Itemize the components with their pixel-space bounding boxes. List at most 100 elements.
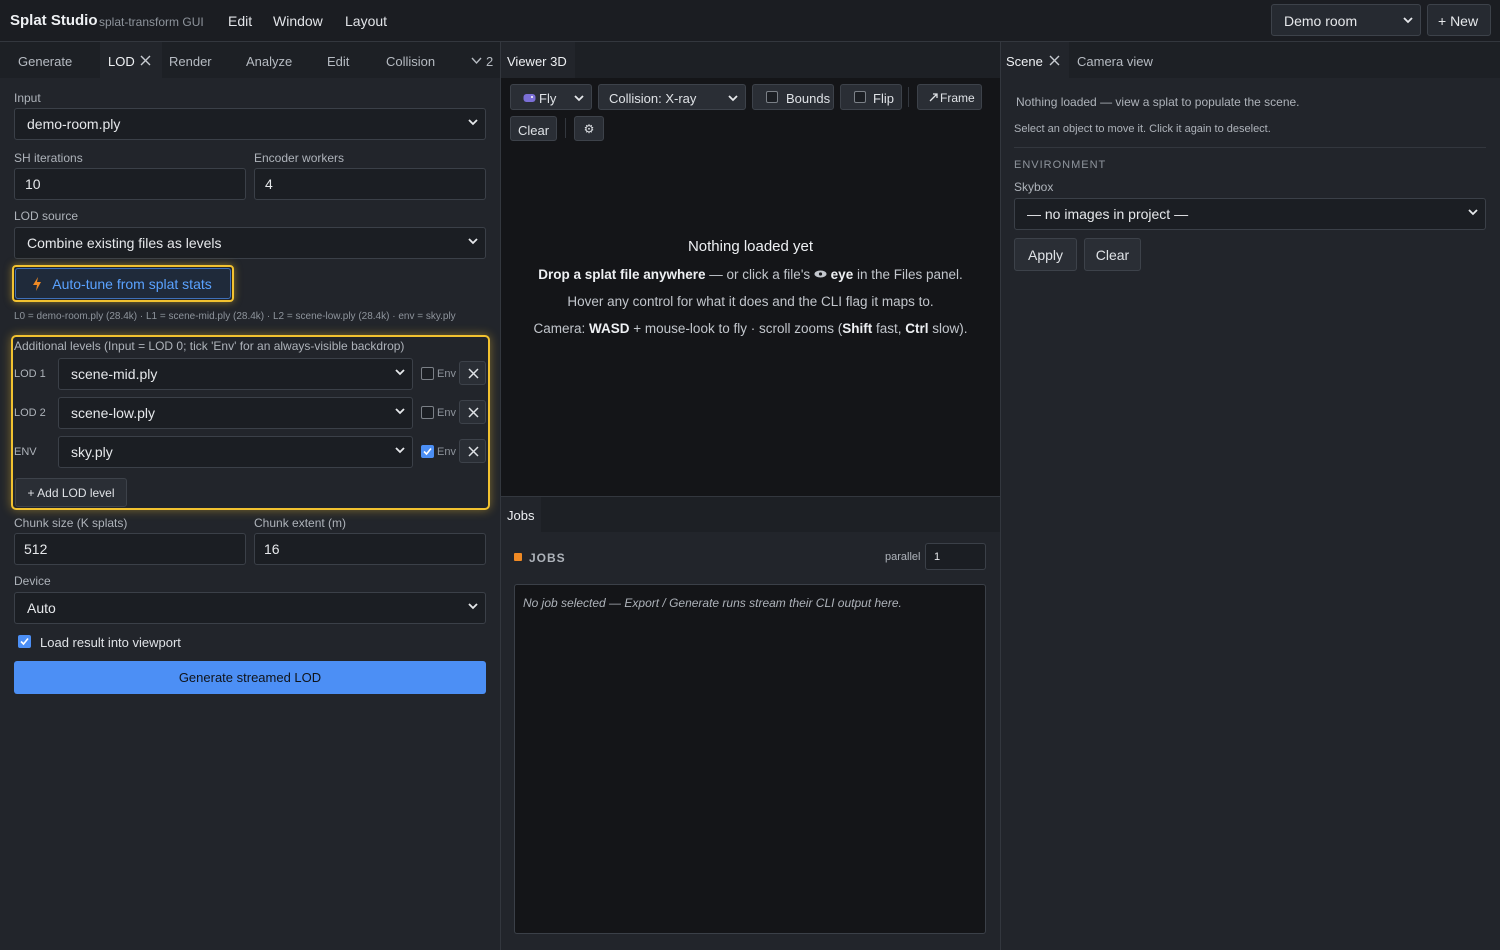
- chevron-down-icon: [395, 447, 405, 454]
- app-title: Splat Studio: [10, 12, 98, 29]
- chevron-down-icon: [468, 119, 478, 126]
- input-label: Input: [14, 91, 41, 105]
- device-select[interactable]: Auto: [14, 592, 486, 624]
- chevron-down-icon: [468, 603, 478, 610]
- flip-label: Flip: [873, 91, 894, 106]
- input-select[interactable]: demo-room.ply: [14, 108, 486, 140]
- empty-viewer-line-1: Drop a splat file anywhere — or click a …: [538, 267, 963, 282]
- generate-streamed-lod-button[interactable]: Generate streamed LOD: [14, 661, 486, 694]
- skybox-apply-button[interactable]: Apply: [1014, 238, 1077, 271]
- left-tab-bar: Generate LOD Render Analyze Edit Collisi…: [0, 42, 500, 78]
- frame-button[interactable]: Frame: [917, 84, 982, 110]
- env-checkbox-label: Env: [437, 407, 456, 419]
- skybox-clear-button[interactable]: Clear: [1084, 238, 1141, 271]
- expand-arrow-icon: [929, 93, 938, 102]
- close-icon: [468, 368, 479, 379]
- viewer-clear-button[interactable]: Clear: [510, 116, 557, 141]
- lod-source-select[interactable]: Combine existing files as levels: [14, 227, 486, 259]
- tab-camera-view[interactable]: Camera view: [1077, 54, 1153, 69]
- menu-window[interactable]: Window: [273, 13, 323, 29]
- flip-toggle[interactable]: Flip: [840, 84, 902, 110]
- encoder-workers-input[interactable]: 4: [254, 168, 486, 200]
- tab-analyze[interactable]: Analyze: [246, 54, 292, 69]
- tab-overflow-chevron-icon[interactable]: [471, 56, 482, 65]
- load-into-viewport-checkbox[interactable]: [18, 635, 31, 648]
- skybox-select[interactable]: — no images in project —: [1014, 198, 1486, 230]
- env-checkbox-label: Env: [437, 446, 456, 458]
- collision-mode-select[interactable]: Collision: X-ray: [598, 84, 746, 110]
- chevron-down-icon: [395, 408, 405, 415]
- tab-render[interactable]: Render: [169, 54, 212, 69]
- empty-viewer-line-2: Hover any control for what it does and t…: [567, 294, 934, 309]
- lod-level-file-value: scene-mid.ply: [71, 366, 158, 382]
- lod-level-tag: LOD 2: [14, 407, 46, 419]
- device-label: Device: [14, 574, 51, 588]
- input-select-value: demo-room.ply: [27, 116, 121, 132]
- additional-levels-section: Additional levels (Input = LOD 0; tick '…: [11, 335, 490, 510]
- close-tab-icon[interactable]: [1049, 55, 1060, 66]
- lod-level-file-select[interactable]: scene-low.ply: [58, 397, 413, 429]
- tab-lod[interactable]: LOD: [108, 54, 135, 69]
- bounds-checkbox[interactable]: [766, 91, 778, 103]
- lod-source-label: LOD source: [14, 209, 79, 223]
- app-subtitle: splat-transform GUI: [99, 15, 204, 29]
- autotune-button[interactable]: Auto-tune from splat stats: [15, 268, 231, 299]
- menu-layout[interactable]: Layout: [345, 13, 387, 29]
- tab-jobs[interactable]: Jobs: [507, 508, 534, 523]
- autotune-label: Auto-tune from splat stats: [52, 276, 212, 292]
- camera-mode-value: Fly: [539, 91, 557, 106]
- device-select-value: Auto: [27, 600, 56, 616]
- remove-level-button[interactable]: [459, 439, 486, 463]
- lod-panel: Input demo-room.ply SH iterations 10 Enc…: [0, 78, 500, 950]
- chunk-extent-input[interactable]: 16: [254, 533, 486, 565]
- lod-level-tag: ENV: [14, 446, 37, 458]
- tab-scene[interactable]: Scene: [1006, 54, 1043, 69]
- lod-source-value: Combine existing files as levels: [27, 235, 222, 251]
- scene-tab-bar: Scene Camera view: [1001, 42, 1500, 78]
- close-tab-icon[interactable]: [140, 55, 151, 66]
- close-icon: [468, 407, 479, 418]
- bounds-label: Bounds: [786, 91, 831, 106]
- tab-overflow-count[interactable]: 2: [486, 54, 493, 69]
- additional-levels-title: Additional levels (Input = LOD 0; tick '…: [14, 339, 405, 353]
- lod-level-tag: LOD 1: [14, 368, 46, 380]
- new-project-button[interactable]: + New: [1427, 4, 1491, 36]
- chunk-size-input[interactable]: 512: [14, 533, 246, 565]
- empty-viewer-title: Nothing loaded yet: [687, 238, 814, 255]
- env-checkbox-label: Env: [437, 368, 456, 380]
- remove-level-button[interactable]: [459, 400, 486, 424]
- project-select[interactable]: Demo room: [1271, 4, 1421, 36]
- tab-collision[interactable]: Collision: [386, 54, 435, 69]
- bounds-toggle[interactable]: Bounds: [752, 84, 834, 110]
- lod-level-file-select[interactable]: scene-mid.ply: [58, 358, 413, 390]
- chevron-down-icon: [468, 238, 478, 245]
- viewer-settings-button[interactable]: ⚙: [574, 116, 604, 141]
- collision-mode-value: Collision: X-ray: [609, 91, 697, 106]
- sh-iterations-input[interactable]: 10: [14, 168, 246, 200]
- env-checkbox[interactable]: [421, 367, 434, 380]
- lightning-icon: [33, 277, 41, 291]
- remove-level-button[interactable]: [459, 361, 486, 385]
- add-lod-level-button[interactable]: + Add LOD level: [15, 478, 127, 507]
- jobs-tab-bar: Jobs: [501, 496, 1000, 533]
- load-into-viewport-label: Load result into viewport: [40, 635, 181, 650]
- viewer-3d[interactable]: Fly Collision: X-ray Bounds Flip Frame C…: [501, 78, 1000, 496]
- close-icon: [468, 446, 479, 457]
- eye-icon: [814, 270, 827, 278]
- flip-checkbox[interactable]: [854, 91, 866, 103]
- env-checkbox-checked[interactable]: [421, 445, 434, 458]
- environment-header: ENVIRONMENT: [1014, 159, 1107, 171]
- sh-iterations-label: SH iterations: [14, 151, 83, 165]
- tab-edit[interactable]: Edit: [327, 54, 349, 69]
- camera-mode-select[interactable]: Fly: [510, 84, 592, 110]
- chevron-down-icon: [1468, 209, 1478, 216]
- tab-viewer-3d[interactable]: Viewer 3D: [507, 54, 567, 69]
- parallel-input[interactable]: 1: [925, 543, 986, 570]
- lod-level-file-select[interactable]: sky.ply: [58, 436, 413, 468]
- lod-level-file-value: scene-low.ply: [71, 405, 156, 421]
- skybox-value: — no images in project —: [1027, 206, 1189, 222]
- parallel-label: parallel: [885, 551, 921, 563]
- tab-generate[interactable]: Generate: [18, 54, 72, 69]
- menu-edit[interactable]: Edit: [228, 13, 252, 29]
- env-checkbox[interactable]: [421, 406, 434, 419]
